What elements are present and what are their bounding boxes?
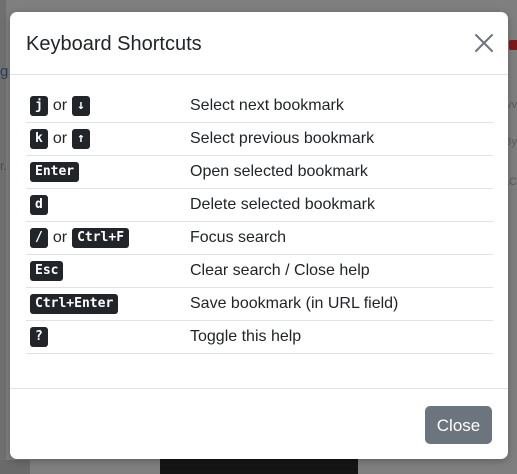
key-cap: ↓ xyxy=(72,96,90,116)
keyboard-shortcuts-modal: Keyboard Shortcuts j or ↓ Select next bo… xyxy=(10,12,508,459)
key-cap: d xyxy=(30,195,48,215)
key-cap: k xyxy=(30,129,48,149)
shortcut-keys: ? xyxy=(30,327,48,347)
key-cap: ↑ xyxy=(72,129,90,149)
modal-footer: Close xyxy=(10,388,508,459)
key-cap: ? xyxy=(30,327,48,347)
background-image xyxy=(160,458,358,474)
key-separator: or xyxy=(52,97,68,114)
shortcut-row: / or Ctrl+F Focus search xyxy=(26,222,493,255)
shortcut-keys: Esc xyxy=(30,261,64,281)
modal-header: Keyboard Shortcuts xyxy=(10,12,508,75)
shortcut-row: Enter Open selected bookmark xyxy=(26,156,493,189)
shortcut-keys: Ctrl+Enter xyxy=(30,294,119,314)
shortcut-row: Ctrl+Enter Save bookmark (in URL field) xyxy=(26,288,493,321)
shortcut-description: Focus search xyxy=(190,229,287,246)
close-button[interactable]: Close xyxy=(425,406,492,444)
shortcut-keys: Enter xyxy=(30,162,80,182)
shortcut-keys: / or Ctrl+F xyxy=(30,228,130,248)
key-cap: Ctrl+F xyxy=(72,228,130,248)
close-x-icon[interactable] xyxy=(472,31,496,55)
shortcut-row: Esc Clear search / Close help xyxy=(26,255,493,288)
shortcuts-list: j or ↓ Select next bookmark k or ↑ Selec… xyxy=(26,90,493,354)
background-panel xyxy=(0,460,30,474)
shortcut-description: Toggle this help xyxy=(190,328,302,345)
key-cap: Esc xyxy=(30,261,64,281)
shortcut-description: Delete selected bookmark xyxy=(190,196,375,213)
shortcut-description: Clear search / Close help xyxy=(190,262,370,279)
shortcut-row: j or ↓ Select next bookmark xyxy=(26,90,493,123)
shortcut-description: Open selected bookmark xyxy=(190,163,368,180)
key-separator: or xyxy=(52,130,68,147)
shortcut-row: ? Toggle this help xyxy=(26,321,493,354)
shortcut-row: d Delete selected bookmark xyxy=(26,189,493,222)
key-cap: / xyxy=(30,228,48,248)
shortcut-description: Select previous bookmark xyxy=(190,130,375,147)
shortcut-description: Select next bookmark xyxy=(190,97,344,114)
modal-title: Keyboard Shortcuts xyxy=(26,33,202,55)
key-cap: Ctrl+Enter xyxy=(30,294,119,314)
shortcut-description: Save bookmark (in URL field) xyxy=(190,295,399,312)
background-text-fragment: g xyxy=(0,63,9,80)
key-separator: or xyxy=(52,229,68,246)
shortcut-row: k or ↑ Select previous bookmark xyxy=(26,123,493,156)
key-cap: Enter xyxy=(30,162,80,182)
key-cap: j xyxy=(30,96,48,116)
shortcut-keys: j or ↓ xyxy=(30,96,90,116)
shortcut-keys: d xyxy=(30,195,48,215)
background-red-icon xyxy=(509,40,517,50)
shortcut-keys: k or ↑ xyxy=(30,129,90,149)
background-text-fragment: r. xyxy=(0,159,7,173)
